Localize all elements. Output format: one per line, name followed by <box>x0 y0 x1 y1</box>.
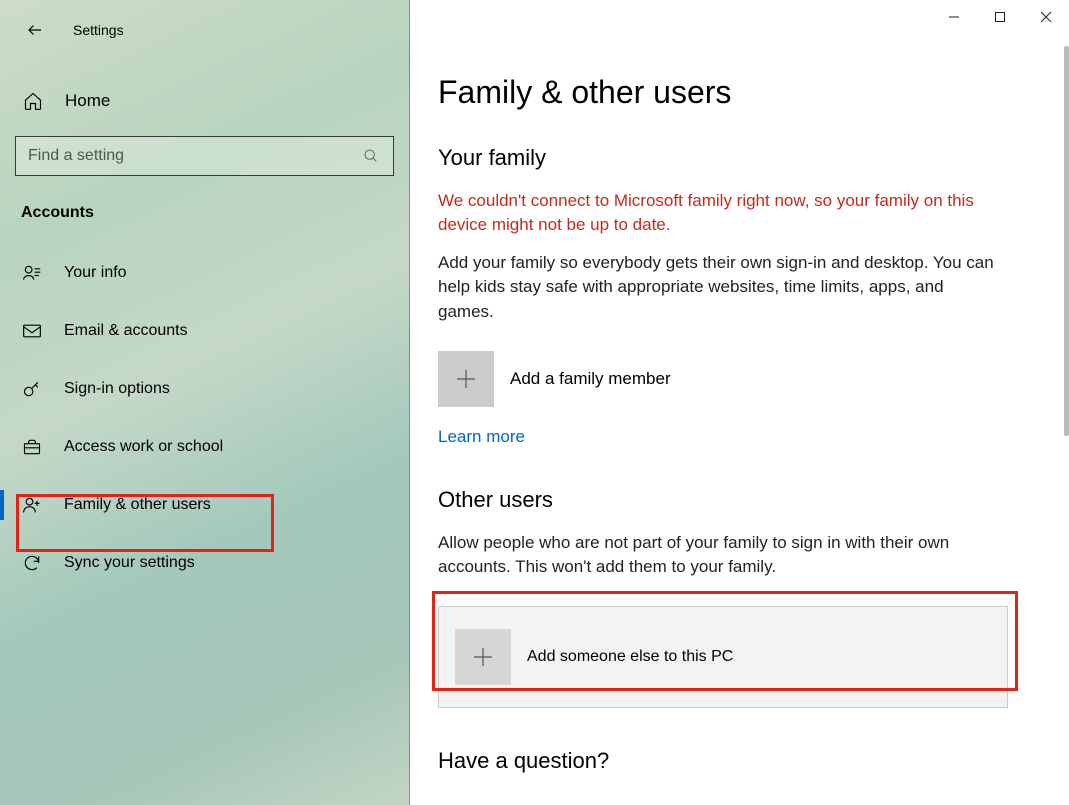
nav-item-sync-settings[interactable]: Sync your settings <box>0 534 409 592</box>
nav-item-family-other-users[interactable]: Family & other users <box>0 476 409 534</box>
nav-label: Sign-in options <box>64 380 170 398</box>
add-family-member-button[interactable]: Add a family member <box>438 351 1039 407</box>
close-button[interactable] <box>1023 0 1069 34</box>
nav-item-email-accounts[interactable]: Email & accounts <box>0 302 409 360</box>
sidebar: Settings Home Accounts Your info Email &… <box>0 0 410 805</box>
window-controls <box>410 0 1069 34</box>
other-desc-text: Allow people who are not part of your fa… <box>438 531 998 580</box>
nav-label: Your info <box>64 264 127 282</box>
plus-icon <box>455 629 511 685</box>
minimize-button[interactable] <box>931 0 977 34</box>
back-button[interactable] <box>15 21 55 39</box>
add-family-label: Add a family member <box>510 369 671 389</box>
mail-icon <box>22 321 44 341</box>
nav-label: Sync your settings <box>64 554 195 572</box>
section-your-family: Your family <box>438 145 1039 171</box>
key-icon <box>22 379 44 399</box>
search-input[interactable] <box>28 147 363 165</box>
briefcase-icon <box>22 437 44 457</box>
search-box[interactable] <box>15 136 394 176</box>
close-icon <box>1040 11 1052 23</box>
nav-item-access-work-school[interactable]: Access work or school <box>0 418 409 476</box>
maximize-icon <box>994 11 1006 23</box>
home-icon <box>23 91 47 111</box>
plus-icon <box>438 351 494 407</box>
learn-more-link[interactable]: Learn more <box>438 427 525 447</box>
nav-label: Email & accounts <box>64 322 188 340</box>
nav-item-your-info[interactable]: Your info <box>0 244 409 302</box>
add-someone-else-button[interactable]: Add someone else to this PC <box>438 606 1008 708</box>
home-label: Home <box>65 91 110 111</box>
maximize-button[interactable] <box>977 0 1023 34</box>
family-error-text: We couldn't connect to Microsoft family … <box>438 189 998 237</box>
section-other-users: Other users <box>438 487 1039 513</box>
arrow-left-icon <box>26 21 44 39</box>
home-button[interactable]: Home <box>15 78 394 124</box>
main-pane: Family & other users Your family We coul… <box>410 0 1069 805</box>
search-icon <box>363 148 381 164</box>
sync-icon <box>22 553 44 573</box>
category-title: Accounts <box>21 204 394 222</box>
person-card-icon <box>22 263 44 283</box>
titlebar-left: Settings <box>15 10 394 50</box>
nav-label: Access work or school <box>64 438 223 456</box>
add-someone-label: Add someone else to this PC <box>527 648 733 666</box>
app-title: Settings <box>73 22 124 38</box>
scrollbar-thumb[interactable] <box>1064 46 1069 436</box>
section-have-question: Have a question? <box>438 748 1039 774</box>
family-desc-text: Add your family so everybody gets their … <box>438 251 998 325</box>
page-title: Family & other users <box>438 74 1039 111</box>
nav-list: Your info Email & accounts Sign-in optio… <box>0 244 409 592</box>
content-area: Family & other users Your family We coul… <box>410 34 1069 805</box>
person-add-icon <box>22 495 44 515</box>
nav-label: Family & other users <box>64 496 211 514</box>
nav-item-signin-options[interactable]: Sign-in options <box>0 360 409 418</box>
minimize-icon <box>948 11 960 23</box>
